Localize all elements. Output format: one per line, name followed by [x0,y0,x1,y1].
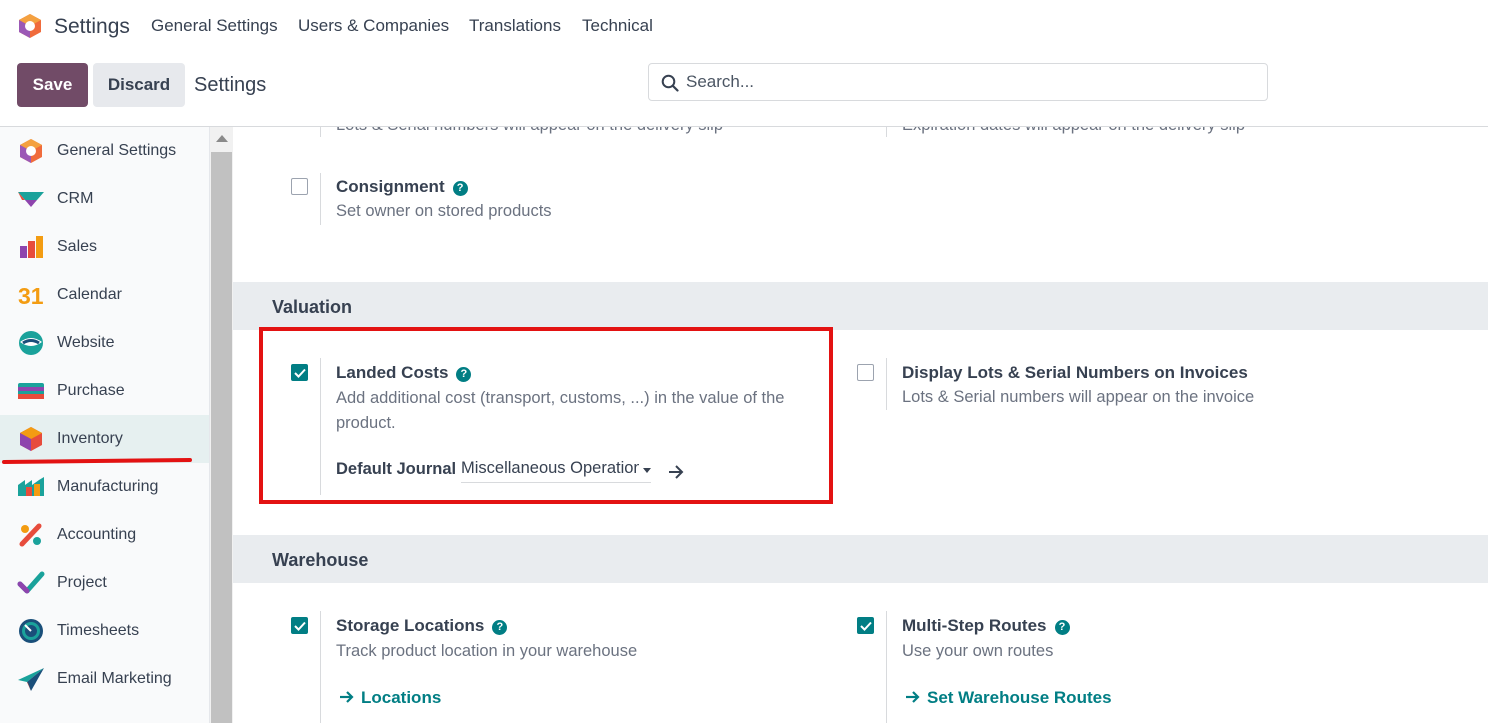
sidebar-item-purchase[interactable]: Purchase [0,367,209,415]
sidebar-label: Purchase [57,382,125,399]
annotation-highlight-box [259,327,833,504]
multi-step-routes-title: Multi-Step Routes? [902,616,1070,636]
accounting-icon [19,523,42,547]
sidebar-scrollbar[interactable] [209,127,233,723]
consignment-desc: Set owner on stored products [336,202,552,220]
sidebar-label: Inventory [57,430,123,447]
sales-icon [20,236,43,258]
menu-technical[interactable]: Technical [582,16,653,36]
cut-off-description: Expiration dates will appear on the deli… [902,127,1245,135]
purchase-icon [18,383,44,399]
sidebar-item-project[interactable]: Project [0,559,209,607]
inventory-icon [20,427,42,451]
sidebar-item-sales[interactable]: Sales [0,223,209,271]
sidebar-item-crm[interactable]: CRM [0,175,209,223]
sidebar-label: Manufacturing [57,478,159,495]
lots-on-invoices-title: Display Lots & Serial Numbers on Invoice… [902,363,1248,382]
calendar-icon: 31 [18,283,44,308]
help-icon[interactable]: ? [1054,620,1070,635]
sidebar-label: Email Marketing [57,670,172,687]
setting-divider [320,611,321,723]
multi-step-routes-checkbox[interactable] [857,617,874,634]
lots-on-invoices-desc: Lots & Serial numbers will appear on the… [902,388,1255,406]
sidebar-item-general-settings[interactable]: General Settings [0,127,209,175]
locations-link[interactable]: Locations [339,688,441,708]
arrow-right-icon [906,691,920,703]
scroll-thumb[interactable] [211,152,232,723]
settings-app-icon[interactable] [17,13,43,39]
consignment-checkbox[interactable] [291,178,308,195]
crm-icon [18,192,44,207]
save-button[interactable]: Save [17,63,88,107]
setting-divider [320,173,321,225]
consignment-title: Consignment? [336,177,468,197]
lots-on-invoices-checkbox[interactable] [857,364,874,381]
setting-divider [886,611,887,723]
menu-users-companies[interactable]: Users & Companies [298,16,449,36]
section-header-valuation: Valuation [233,282,1488,330]
arrow-right-icon [340,691,354,703]
sidebar-label: Accounting [57,526,137,543]
settings-content: Lots & Serial numbers will appear on the… [233,127,1488,723]
sidebar-item-website[interactable]: Website [0,319,209,367]
manufacturing-icon [18,477,44,496]
svg-text:31: 31 [18,283,44,308]
sidebar-label: Calendar [57,286,122,303]
storage-locations-title: Storage Locations? [336,616,508,636]
sidebar-label: General Settings [57,142,177,159]
sidebar-label: CRM [57,190,94,207]
discard-button[interactable]: Discard [93,63,185,107]
sidebar-label: Sales [57,238,98,255]
search-icon [661,74,679,92]
sidebar-item-timesheets[interactable]: Timesheets [0,607,209,655]
sidebar-label: Project [57,574,107,591]
scroll-up-arrow-icon[interactable] [216,135,228,142]
multi-step-routes-desc: Use your own routes [902,642,1054,660]
search-bar[interactable] [648,63,1268,101]
website-icon [19,331,43,355]
top-navbar: Settings General Settings Users & Compan… [0,0,1488,52]
check-icon [294,621,306,631]
menu-translations[interactable]: Translations [469,16,561,36]
sidebar-item-email-marketing[interactable]: Email Marketing [0,655,209,703]
sidebar-item-inventory[interactable]: Inventory [0,415,209,463]
sidebar-label: Timesheets [57,622,140,639]
section-header-warehouse: Warehouse [233,535,1488,583]
help-icon[interactable]: ? [492,620,508,635]
cut-off-description: Lots & Serial numbers will appear on the… [336,127,723,135]
set-warehouse-routes-link[interactable]: Set Warehouse Routes [905,688,1112,708]
sidebar-item-calendar[interactable]: 31 Calendar [0,271,209,319]
app-title[interactable]: Settings [54,15,130,39]
storage-locations-desc: Track product location in your warehouse [336,642,638,660]
sidebar-label: Website [57,334,115,351]
storage-locations-checkbox[interactable] [291,617,308,634]
breadcrumb: Settings [194,74,267,96]
check-icon [860,621,872,631]
search-input[interactable] [686,70,1246,94]
help-icon[interactable]: ? [452,181,468,196]
settings-icon [20,139,42,163]
setting-divider [886,127,887,137]
settings-sidebar: General Settings CRM Sales 31 Calendar W… [0,127,209,723]
email-marketing-icon [18,668,44,691]
sidebar-item-accounting[interactable]: Accounting [0,511,209,559]
timesheets-icon [19,619,43,643]
project-icon [17,571,45,594]
setting-divider [320,127,321,137]
setting-divider [886,358,887,410]
sidebar-item-manufacturing[interactable]: Manufacturing [0,463,209,511]
menu-general-settings[interactable]: General Settings [151,16,278,36]
